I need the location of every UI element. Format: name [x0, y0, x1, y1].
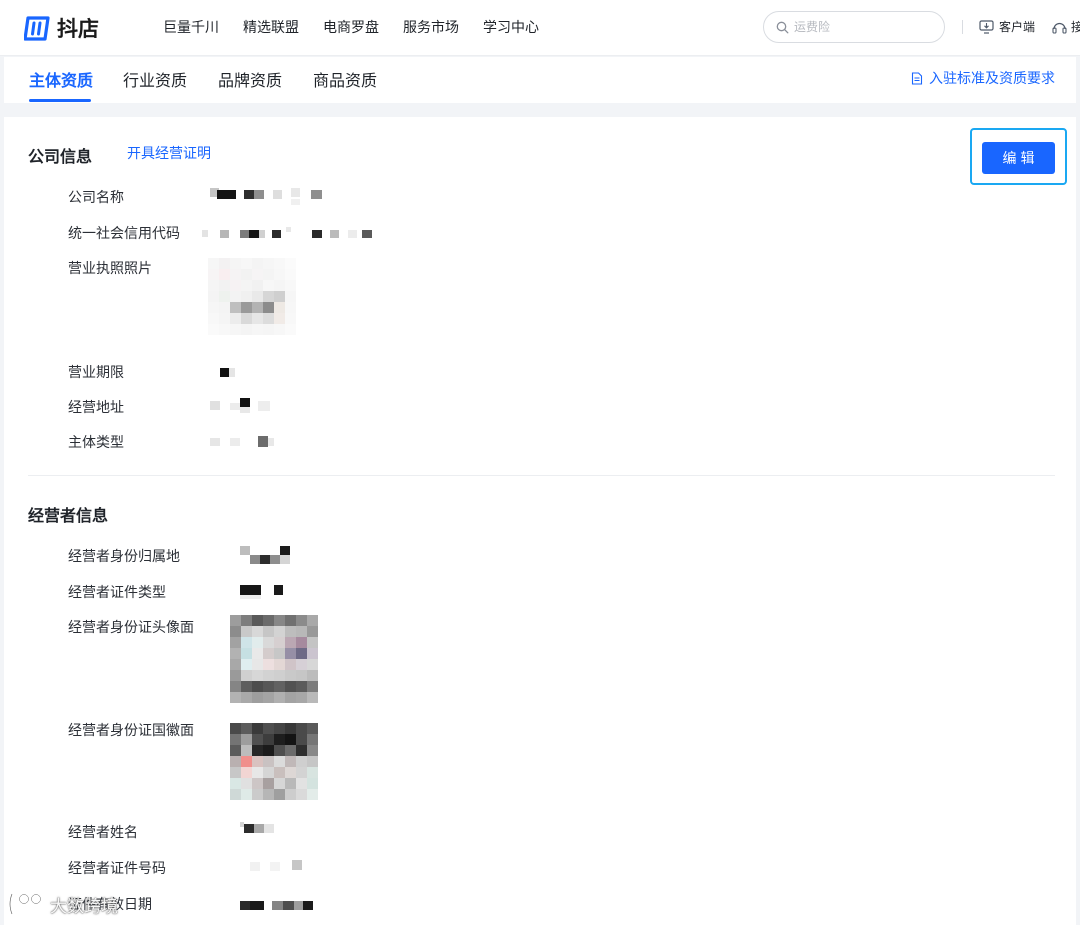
tab-product-qualification[interactable]: 商品资质	[313, 67, 377, 91]
search-icon	[776, 21, 789, 33]
nav-item-qianchuan[interactable]: 巨量千川	[163, 17, 219, 37]
field-label-operator-name: 经营者姓名	[68, 825, 138, 841]
admission-standards-link[interactable]: 入驻标准及资质要求	[911, 68, 1055, 88]
top-nav: 巨量千川 精选联盟 电商罗盘 服务市场 学习中心	[163, 17, 563, 37]
nav-item-compass[interactable]: 电商罗盘	[323, 17, 379, 37]
field-label-company-name: 公司名称	[68, 190, 124, 206]
watermark-logo-icon	[8, 893, 42, 915]
top-navigation-bar: 抖店 巨量千川 精选联盟 电商罗盘 服务市场 学习中心 客户端 接	[0, 0, 1080, 56]
client-download-link[interactable]: 客户端	[979, 18, 1035, 35]
logo-text: 抖店	[57, 17, 99, 41]
issue-business-certificate-link[interactable]: 开具经营证明	[127, 143, 211, 163]
operator-info-title: 经营者信息	[28, 506, 109, 525]
field-label-operator-id-front: 经营者身份证头像面	[68, 620, 194, 636]
header-divider	[962, 20, 963, 34]
help-link[interactable]: 接	[1052, 18, 1080, 35]
edit-button-highlight: 编辑	[970, 128, 1067, 185]
field-label-business-address: 经营地址	[68, 400, 124, 416]
document-icon	[911, 71, 923, 85]
qualification-detail-card: 公司信息 开具经营证明 编辑 公司名称 统一社会信用代码 营业执照照片 营业期限…	[4, 117, 1076, 925]
watermark-text: 大数跨境	[50, 896, 118, 917]
section-divider	[28, 475, 1055, 476]
monitor-download-icon	[979, 19, 994, 34]
search-input[interactable]	[794, 20, 934, 34]
field-label-operator-id-type: 经营者证件类型	[68, 585, 166, 601]
help-label: 接	[1071, 20, 1080, 34]
field-label-operator-id-back: 经营者身份证国徽面	[68, 723, 194, 739]
nav-item-alliance[interactable]: 精选联盟	[243, 17, 299, 37]
edit-button[interactable]: 编辑	[982, 142, 1055, 174]
client-label: 客户端	[999, 20, 1036, 34]
field-label-operator-id-number: 经营者证件号码	[68, 861, 166, 877]
logo[interactable]: 抖店	[23, 13, 99, 43]
field-label-business-license-photo: 营业执照照片	[68, 261, 152, 277]
operator-id-front-image[interactable]	[230, 615, 318, 703]
business-license-image[interactable]	[208, 258, 296, 335]
nav-item-service-market[interactable]: 服务市场	[403, 17, 459, 37]
tab-brand-qualification[interactable]: 品牌资质	[218, 67, 282, 91]
search-box[interactable]	[763, 11, 945, 43]
nav-item-learning-center[interactable]: 学习中心	[483, 17, 539, 37]
operator-id-back-image[interactable]	[230, 723, 318, 800]
doudian-logo-icon	[23, 15, 51, 42]
field-label-entity-type: 主体类型	[68, 435, 124, 451]
headset-icon	[1052, 22, 1067, 34]
field-label-business-term: 营业期限	[68, 365, 124, 381]
field-label-operator-id-region: 经营者身份归属地	[68, 549, 180, 565]
watermark: 大数跨境	[6, 890, 118, 918]
qualification-tabs: 主体资质 行业资质 品牌资质 商品资质 入驻标准及资质要求	[4, 57, 1076, 103]
tab-entity-qualification[interactable]: 主体资质	[29, 67, 93, 91]
tab-industry-qualification[interactable]: 行业资质	[123, 67, 187, 91]
admission-standards-label: 入驻标准及资质要求	[929, 71, 1055, 87]
company-info-title: 公司信息	[28, 147, 93, 166]
active-tab-indicator	[29, 99, 91, 102]
field-label-credit-code: 统一社会信用代码	[68, 226, 180, 242]
